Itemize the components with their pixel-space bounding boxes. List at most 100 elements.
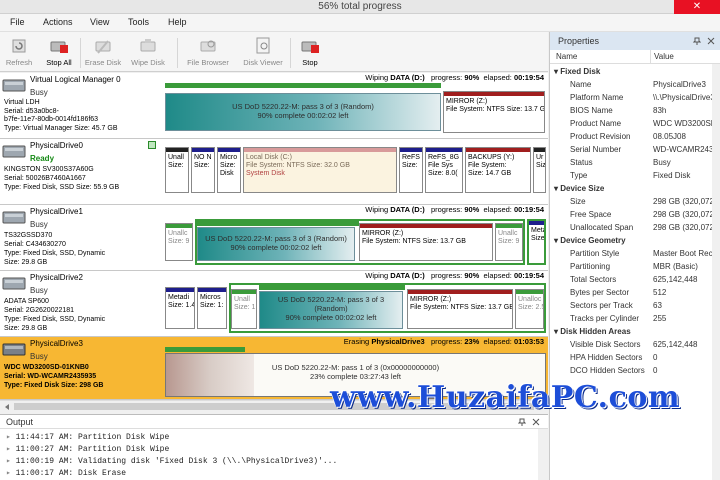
section-device-geometry[interactable]: ▾ Device Geometry bbox=[554, 236, 626, 245]
partition-microsoft-reserved[interactable]: Micro Size: Disk bbox=[217, 147, 241, 193]
drive-info: PhysicalDrive3 Busy WDC WD3200SD-01KNB0 … bbox=[2, 337, 162, 403]
prop-value: 625,142,448 bbox=[653, 340, 698, 349]
partition-unallocated[interactable]: Unalloc Size: 2.5 bbox=[515, 289, 544, 329]
prop-key: Sectors per Track bbox=[570, 301, 633, 310]
operation-status: Wiping DATA (D:) progress: 90% elapsed: … bbox=[365, 73, 544, 82]
file-browser-label: File Browser bbox=[187, 58, 229, 67]
partition-metadata[interactable]: Meta Size bbox=[527, 219, 546, 265]
drive-name: Virtual Logical Manager 0 bbox=[30, 75, 121, 84]
stop-all-icon bbox=[50, 41, 68, 53]
menu-help[interactable]: Help bbox=[168, 17, 187, 27]
prop-key: Partition Style bbox=[570, 249, 620, 258]
wipe-partition[interactable]: US DoD 5220.22-M: pass 3 of 3 (Random) 90… bbox=[165, 93, 441, 131]
pin-icon[interactable] bbox=[518, 418, 526, 426]
stop-button[interactable]: Stop bbox=[296, 36, 324, 70]
drive-serial: Serial: 50026B7460A1667 bbox=[4, 175, 86, 182]
drive-row[interactable]: Virtual Logical Manager 0 Busy Virtual L… bbox=[0, 73, 548, 139]
menu-tools[interactable]: Tools bbox=[128, 17, 149, 27]
hard-disk-icon bbox=[2, 211, 26, 224]
drive-row[interactable]: PhysicalDrive2 Busy ADATA SP600 Serial: … bbox=[0, 271, 548, 337]
drive-status: Busy bbox=[30, 352, 48, 361]
drive-row[interactable]: PhysicalDrive0 Ready KINGSTON SV300S37A6… bbox=[0, 139, 548, 205]
partition-microsoft-reserved[interactable]: Micros Size: 1: bbox=[197, 287, 227, 329]
prop-key: Unallocated Span bbox=[570, 223, 634, 232]
wipe-disk-button[interactable]: Wipe Disk bbox=[128, 36, 168, 70]
stop-all-button[interactable]: Stop All bbox=[42, 36, 76, 70]
menu-view[interactable]: View bbox=[90, 17, 109, 27]
section-device-size[interactable]: ▾ Device Size bbox=[554, 184, 604, 193]
drive-status: Busy bbox=[30, 286, 48, 295]
toolbar-separator bbox=[177, 38, 178, 68]
refresh-label: Refresh bbox=[5, 58, 33, 67]
properties-scrollbar[interactable] bbox=[712, 64, 720, 480]
column-name-header[interactable]: Name bbox=[556, 50, 577, 64]
pin-icon[interactable] bbox=[693, 37, 701, 45]
partition-refs-8g[interactable]: ReFS_8G File Sys Size: 8.0( bbox=[425, 147, 463, 193]
drive-list: Virtual Logical Manager 0 Busy Virtual L… bbox=[0, 73, 548, 400]
partition-stripe bbox=[408, 290, 512, 294]
prop-key: Size bbox=[570, 197, 586, 206]
wipe-progress-bar bbox=[259, 285, 405, 290]
drive-model: WDC WD3200SD-01KNB0 bbox=[4, 364, 89, 371]
partition-unallocated[interactable]: Ur Siz bbox=[533, 147, 546, 193]
scroll-left-icon[interactable] bbox=[3, 403, 11, 411]
drive-size: Size: 29.8 GB bbox=[4, 325, 48, 332]
partition-unallocated[interactable]: Unallc Size: 9 bbox=[165, 223, 193, 261]
prop-value: 625,142,448 bbox=[653, 275, 698, 284]
prop-value: Busy bbox=[653, 158, 671, 167]
partition-metadata[interactable]: Metadi Size: 1.4 bbox=[165, 287, 195, 329]
drive-model: ADATA SP600 bbox=[4, 298, 49, 305]
refresh-icon bbox=[12, 39, 26, 53]
menu-actions[interactable]: Actions bbox=[43, 17, 73, 27]
refresh-button[interactable]: Refresh bbox=[4, 36, 34, 70]
close-icon[interactable] bbox=[532, 418, 540, 426]
partition-unallocated[interactable]: Unall Size: bbox=[165, 147, 189, 193]
partition-mirror[interactable]: MIRROR (Z:) File System: NTFS Size: 13.7 … bbox=[407, 289, 513, 329]
partition-stripe bbox=[218, 148, 240, 152]
close-icon[interactable] bbox=[707, 37, 715, 45]
disk-viewer-button[interactable]: Disk Viewer bbox=[240, 36, 286, 70]
prop-key: Product Name bbox=[570, 119, 622, 128]
partition-local-disk-c[interactable]: Local Disk (C:) File System: NTFS Size: 3… bbox=[243, 147, 397, 193]
partition-unallocated[interactable]: Unallc Size: 9 bbox=[495, 223, 523, 261]
expand-arrow-icon[interactable]: ▸ bbox=[6, 433, 16, 442]
column-divider[interactable] bbox=[650, 50, 651, 64]
column-value-header[interactable]: Value bbox=[654, 50, 674, 64]
prop-value: 83h bbox=[653, 106, 667, 115]
output-panel: Output ▸ 11:44:17 AM: Partition Disk Wip… bbox=[0, 414, 548, 480]
section-fixed-disk[interactable]: ▾ Fixed Disk bbox=[554, 67, 600, 76]
partition-stripe bbox=[516, 290, 543, 294]
output-scrollbar[interactable] bbox=[538, 429, 548, 480]
expand-arrow-icon[interactable]: ▸ bbox=[6, 469, 16, 478]
partition-backups-y[interactable]: BACKUPS (Y:) File System: Size: 14.7 GB bbox=[465, 147, 531, 193]
operation-status: Erasing PhysicalDrive3 progress: 23% ela… bbox=[343, 337, 544, 346]
partition-unallocated[interactable]: Unall Size: 1 bbox=[231, 289, 257, 329]
partition-stripe bbox=[166, 288, 194, 292]
section-disk-hidden-areas[interactable]: ▾ Disk Hidden Areas bbox=[554, 327, 631, 336]
close-button[interactable]: ✕ bbox=[674, 0, 720, 14]
prop-value: 63 bbox=[653, 301, 662, 310]
prop-key: DCO Hidden Sectors bbox=[570, 366, 645, 375]
menu-file[interactable]: File bbox=[10, 17, 25, 27]
hard-disk-icon bbox=[2, 145, 26, 158]
partition-no-name[interactable]: NO N Size: bbox=[191, 147, 215, 193]
wipe-partition[interactable]: US DoD 5220.22-M: pass 3 of 3 (Random) 90… bbox=[197, 227, 355, 261]
partition-refs[interactable]: ReFS Size: bbox=[399, 147, 423, 193]
drive-serial: Serial: 2G2620022181 bbox=[4, 307, 75, 314]
prop-value: \\.\PhysicalDrive3 bbox=[653, 93, 715, 102]
hard-disk-icon bbox=[2, 277, 26, 290]
wipe-partition[interactable]: US DoD 5220.22-M: pass 3 of 3 (Random) 90%… bbox=[259, 291, 403, 329]
expand-arrow-icon[interactable]: ▸ bbox=[6, 445, 16, 454]
wipe-disk-icon bbox=[140, 39, 156, 52]
drive-type: Type: Fixed Disk, SSD, Dynamic bbox=[4, 316, 106, 323]
erase-disk-button[interactable]: Erase Disk bbox=[84, 36, 122, 70]
drive-row[interactable]: PhysicalDrive1 Busy TS32GSSD370 Serial: … bbox=[0, 205, 548, 271]
partition-stripe bbox=[444, 92, 544, 96]
drive-status: Ready bbox=[30, 154, 55, 163]
toolbar-separator bbox=[290, 38, 291, 68]
partition-mirror[interactable]: MIRROR (Z:) File System: NTFS Size: 13.7 … bbox=[443, 91, 545, 133]
expand-arrow-icon[interactable]: ▸ bbox=[6, 457, 16, 466]
file-browser-button[interactable]: File Browser bbox=[184, 36, 232, 70]
partition-mirror[interactable]: MIRROR (Z:) File System: NTFS Size: 13.7 … bbox=[359, 223, 493, 261]
prop-value: 298 GB (320,072,9 bbox=[653, 223, 720, 232]
